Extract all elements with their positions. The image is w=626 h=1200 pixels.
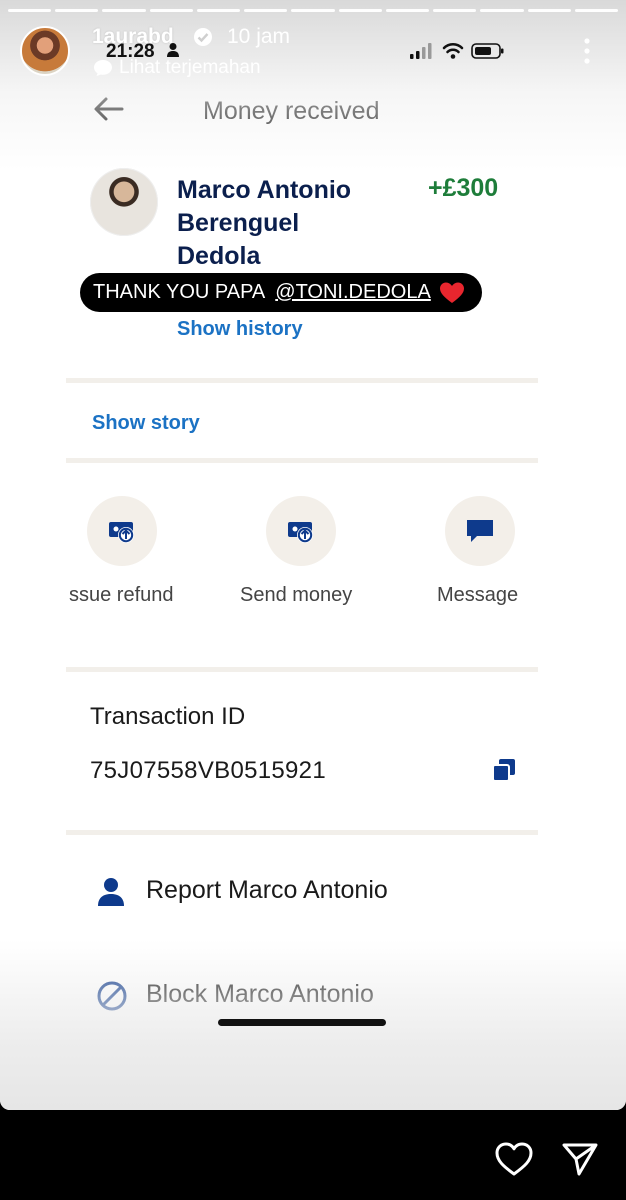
sender-name-line: Berenguel: [177, 209, 300, 237]
refund-icon: [109, 522, 134, 543]
message-label: Message: [437, 584, 519, 606]
avatar: [90, 168, 158, 236]
divider: [66, 378, 538, 383]
progress-segment: [480, 9, 524, 12]
progress-segment: [385, 9, 430, 12]
send-money-button[interactable]: [266, 496, 336, 566]
send-money-label: Send money: [240, 584, 353, 606]
story-avatar[interactable]: [20, 26, 70, 76]
share-send-icon[interactable]: [560, 1140, 600, 1178]
transaction-id-value: 75J07558VB0515921: [90, 757, 326, 784]
home-indicator: [218, 1019, 386, 1026]
wifi-icon: [442, 42, 464, 59]
story-caption: THANK YOU PAPA @TONI.DEDOLA: [80, 273, 482, 312]
person-icon: [96, 876, 126, 906]
divider: [66, 458, 538, 463]
divider: [66, 667, 538, 672]
progress-segment: [574, 9, 619, 12]
progress-segment: [291, 9, 335, 12]
red-heart-icon: [439, 282, 464, 303]
page-title: Money received: [203, 97, 380, 125]
progress-segment: [244, 9, 288, 12]
back-arrow-icon[interactable]: [92, 94, 126, 124]
progress-segment: [527, 9, 571, 12]
show-story-link[interactable]: Show story: [92, 412, 200, 435]
status-bar-time: 21:28: [106, 41, 155, 62]
verified-badge-icon: [193, 27, 213, 47]
progress-segment: [8, 9, 52, 12]
more-options-icon[interactable]: [580, 36, 594, 66]
message-icon: [467, 520, 493, 542]
signal-icon: [410, 43, 432, 59]
block-icon: [96, 980, 127, 1011]
story-time-ago: 10 jam: [227, 25, 291, 48]
sender-name-line: Dedola: [177, 242, 261, 270]
transaction-id-label: Transaction ID: [90, 703, 246, 730]
status-bar-icons: [408, 40, 508, 62]
amount-received: +£300: [428, 174, 499, 202]
like-heart-icon[interactable]: [494, 1140, 534, 1178]
message-button[interactable]: [445, 496, 515, 566]
sender-name: Marco Antonio Berenguel Dedola: [177, 174, 407, 273]
battery-icon: [471, 43, 504, 59]
report-user-button[interactable]: Report Marco Antonio: [146, 876, 388, 905]
block-user-button[interactable]: Block Marco Antonio: [146, 980, 374, 1009]
progress-segment: [433, 9, 477, 12]
issue-refund-button[interactable]: [87, 496, 157, 566]
progress-segment: [55, 9, 99, 12]
caption-text: THANK YOU PAPA: [93, 281, 266, 303]
show-history-link[interactable]: Show history: [177, 318, 303, 341]
progress-segment: [338, 9, 382, 12]
person-status-icon: [166, 42, 180, 58]
divider: [66, 830, 538, 835]
copy-icon[interactable]: [490, 756, 518, 784]
progress-segment: [102, 9, 146, 12]
send-money-icon: [288, 522, 313, 543]
story-frame: Money received Marco Antonio Berenguel D…: [0, 0, 626, 1110]
caption-mention-link[interactable]: @TONI.DEDOLA: [275, 281, 431, 304]
issue-refund-label: ssue refund: [69, 584, 174, 606]
sender-name-line: Marco Antonio: [177, 176, 352, 204]
progress-segment: [196, 9, 241, 12]
progress-segment: [149, 9, 193, 12]
story-progress-bar: [8, 9, 619, 12]
